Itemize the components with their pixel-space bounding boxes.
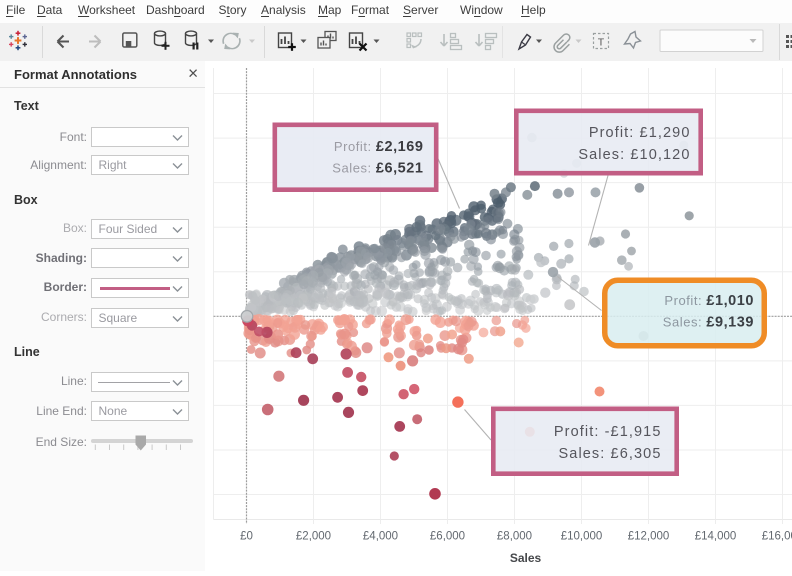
svg-text:Profit: -£1,915: Profit: -£1,915 bbox=[554, 424, 662, 440]
svg-text:£2,000: £2,000 bbox=[296, 531, 331, 543]
svg-text:£12,000: £12,000 bbox=[628, 531, 670, 543]
svg-text:Sales: £6,305: Sales: £6,305 bbox=[559, 446, 662, 462]
svg-text:Sales: £9,139: Sales: £9,139 bbox=[663, 315, 754, 331]
svg-text:£14,000: £14,000 bbox=[695, 531, 737, 543]
svg-text:Sales: £6,521: Sales: £6,521 bbox=[332, 161, 423, 177]
svg-text:Profit: £1,010: Profit: £1,010 bbox=[664, 293, 754, 309]
svg-text:£8,000: £8,000 bbox=[497, 531, 532, 543]
svg-text:£4,000: £4,000 bbox=[363, 531, 398, 543]
svg-text:£10,000: £10,000 bbox=[561, 531, 603, 543]
svg-text:£0: £0 bbox=[240, 531, 253, 543]
svg-text:Profit: £1,290: Profit: £1,290 bbox=[589, 125, 691, 141]
svg-text:Profit: £2,169: Profit: £2,169 bbox=[334, 139, 424, 155]
svg-text:T: T bbox=[598, 37, 605, 49]
svg-text:£6,000: £6,000 bbox=[430, 531, 465, 543]
svg-text:£16,000: £16,000 bbox=[762, 531, 792, 543]
svg-text:Sales: £10,120: Sales: £10,120 bbox=[578, 147, 690, 163]
svg-text:Sales: Sales bbox=[510, 551, 542, 565]
